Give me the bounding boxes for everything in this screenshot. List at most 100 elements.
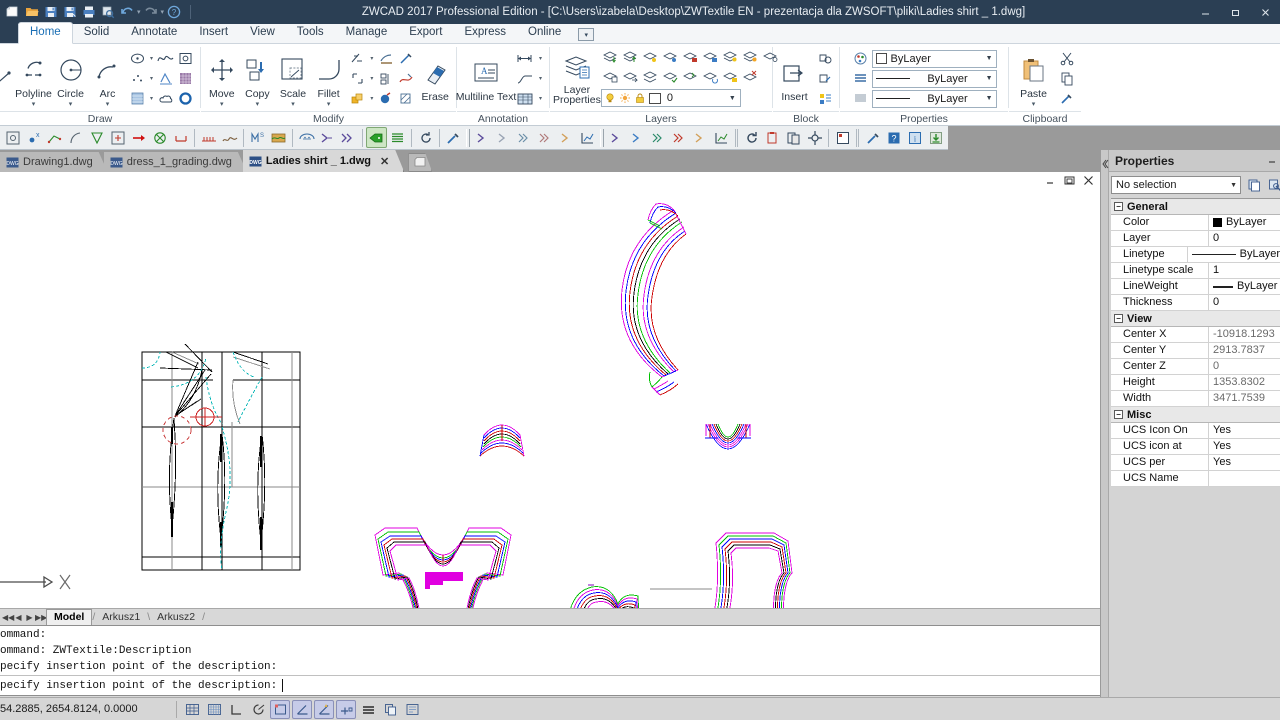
layer-copy-icon[interactable] (601, 67, 620, 86)
prop-row-thickness[interactable]: Thickness 0 (1111, 295, 1280, 311)
help-icon[interactable]: ? (165, 3, 183, 21)
osnap-toggle[interactable] (270, 699, 290, 719)
copy-piece-icon[interactable] (762, 127, 783, 148)
new-piece-icon[interactable] (832, 127, 853, 148)
size-next-3-icon[interactable] (648, 127, 669, 148)
layer-off-icon[interactable] (601, 47, 620, 66)
join-icon[interactable] (376, 89, 395, 108)
layer-thaw-icon[interactable] (741, 47, 760, 66)
layer-isolate-icon[interactable] (641, 47, 660, 66)
scale-caret-icon[interactable]: ▾ (291, 101, 295, 108)
explode-icon[interactable] (376, 49, 395, 68)
layer-properties-button[interactable]: Layer Properties (553, 47, 601, 105)
redo-icon[interactable] (142, 3, 160, 21)
layer-on-icon[interactable] (621, 47, 640, 66)
layer-unlock-icon[interactable] (701, 47, 720, 66)
prop-row-color[interactable]: Color ByLayer (1111, 215, 1280, 231)
layer-match-icon[interactable] (641, 67, 660, 86)
dimension-linear-icon[interactable] (514, 49, 536, 68)
prop-row-center-z[interactable]: Center Z 0 (1111, 359, 1280, 375)
wand-icon[interactable] (862, 127, 883, 148)
grade-next-4-icon[interactable] (535, 127, 556, 148)
size-next-5-icon[interactable] (690, 127, 711, 148)
tab-view[interactable]: View (239, 23, 286, 43)
match-properties-icon[interactable] (396, 49, 415, 68)
prop-row-center-y[interactable]: Center Y 2913.7837 (1111, 343, 1280, 359)
prop-value-wrap[interactable]: ByLayer (1188, 247, 1280, 262)
ellipse-caret-icon[interactable]: ▾ (148, 55, 155, 62)
stretch-caret-icon[interactable]: ▾ (368, 75, 375, 82)
insert-block-button[interactable]: Insert (776, 54, 813, 103)
delete-entity-icon[interactable] (149, 127, 170, 148)
grade-chart-icon[interactable] (577, 127, 598, 148)
layer-lock-icon[interactable] (681, 47, 700, 66)
model-paper-toggle[interactable] (380, 700, 400, 719)
layout-first-icon[interactable]: ◀◀ (2, 613, 14, 622)
copy-caret-icon[interactable]: ▾ (256, 101, 260, 108)
table-icon[interactable] (514, 89, 536, 108)
tab-annotate[interactable]: Annotate (120, 23, 188, 43)
selection-dropdown-icon[interactable]: ▼ (1230, 182, 1237, 189)
new-tab-button[interactable] (408, 153, 432, 172)
circle-button[interactable]: Circle ▾ (52, 51, 89, 108)
manual-book-icon[interactable]: i (904, 127, 925, 148)
undo-icon[interactable] (118, 3, 136, 21)
prop-value-wrap[interactable]: ByLayer (1209, 215, 1280, 230)
point-x-icon[interactable]: x (23, 127, 44, 148)
dart-icon[interactable] (86, 127, 107, 148)
paste-caret-icon[interactable]: ▾ (1032, 101, 1036, 108)
point-caret-icon[interactable]: ▾ (148, 75, 155, 82)
fabric-layout-icon[interactable] (268, 127, 289, 148)
match-prop-clip-icon[interactable] (1057, 89, 1076, 108)
fillet-button[interactable]: Fillet ▾ (311, 51, 347, 108)
tab-tools[interactable]: Tools (286, 23, 335, 43)
linetype-combo[interactable]: ByLayer ▼ (871, 89, 997, 108)
grid-toggle[interactable] (204, 700, 224, 719)
lineweight-toggle[interactable] (358, 700, 378, 719)
move-button[interactable]: Move ▾ (204, 51, 240, 108)
dynamic-ucs-toggle[interactable] (314, 699, 334, 719)
paste-piece-icon[interactable] (783, 127, 804, 148)
layer-delete-icon[interactable] (741, 67, 760, 86)
hatch-pattern-icon[interactable] (176, 69, 195, 88)
prop-row-ucs-per-viewport[interactable]: UCS per viewport Yes (1111, 455, 1280, 483)
layer-freeze-icon[interactable] (721, 47, 740, 66)
lineweight-combo[interactable]: ByLayer ▼ (871, 69, 997, 88)
hatchedit-icon[interactable] (396, 89, 415, 108)
seam-line-icon[interactable] (170, 127, 191, 148)
pick-color-icon[interactable] (443, 127, 464, 148)
create-block-icon[interactable] (815, 49, 834, 68)
grade-multi-icon[interactable] (338, 127, 359, 148)
prop-row-center-x[interactable]: Center X -10918.1293 (1111, 327, 1280, 343)
selection-combo[interactable]: No selection ▼ (1111, 176, 1241, 194)
trim-caret-icon[interactable]: ▾ (368, 55, 375, 62)
prop-row-ucs-icon-on[interactable]: UCS Icon On Yes (1111, 423, 1280, 439)
boundary-icon[interactable] (156, 69, 175, 88)
linetype-dropdown-icon[interactable]: ▼ (986, 95, 993, 102)
size-next-4-icon[interactable] (669, 127, 690, 148)
collapse-box-icon-3[interactable]: − (1114, 410, 1123, 419)
save-as-icon[interactable] (61, 3, 79, 21)
tab-manage[interactable]: Manage (335, 23, 399, 43)
prop-row-layer[interactable]: Layer 0 (1111, 231, 1280, 247)
move-caret-icon[interactable]: ▾ (220, 101, 224, 108)
polyline-button[interactable]: Polyline ▾ (15, 51, 52, 108)
lineweight-dropdown-icon[interactable]: ▼ (986, 75, 993, 82)
layer-dropdown-icon[interactable]: ▼ (729, 95, 738, 102)
textile-new-icon[interactable] (2, 127, 23, 148)
open-file-icon[interactable] (23, 3, 41, 21)
prop-row-width[interactable]: Width 3471.7539 (1111, 391, 1280, 407)
layer-change-icon[interactable] (701, 67, 720, 86)
erase-button[interactable]: Erase (417, 54, 453, 103)
origin-target-icon[interactable] (804, 127, 825, 148)
tab-solid[interactable]: Solid (73, 23, 121, 43)
snap-toggle[interactable] (182, 700, 202, 719)
pleat-icon[interactable] (219, 127, 240, 148)
command-input-line[interactable]: pecify insertion point of the descriptio… (0, 675, 1100, 696)
description-icon[interactable] (296, 127, 317, 148)
measure-points-icon[interactable] (44, 127, 65, 148)
palette-collapse-icon[interactable] (1101, 156, 1109, 176)
palette-grip[interactable] (1101, 150, 1109, 697)
arc-caret-icon[interactable]: ▾ (106, 101, 110, 108)
circle-caret-icon[interactable]: ▾ (69, 101, 73, 108)
